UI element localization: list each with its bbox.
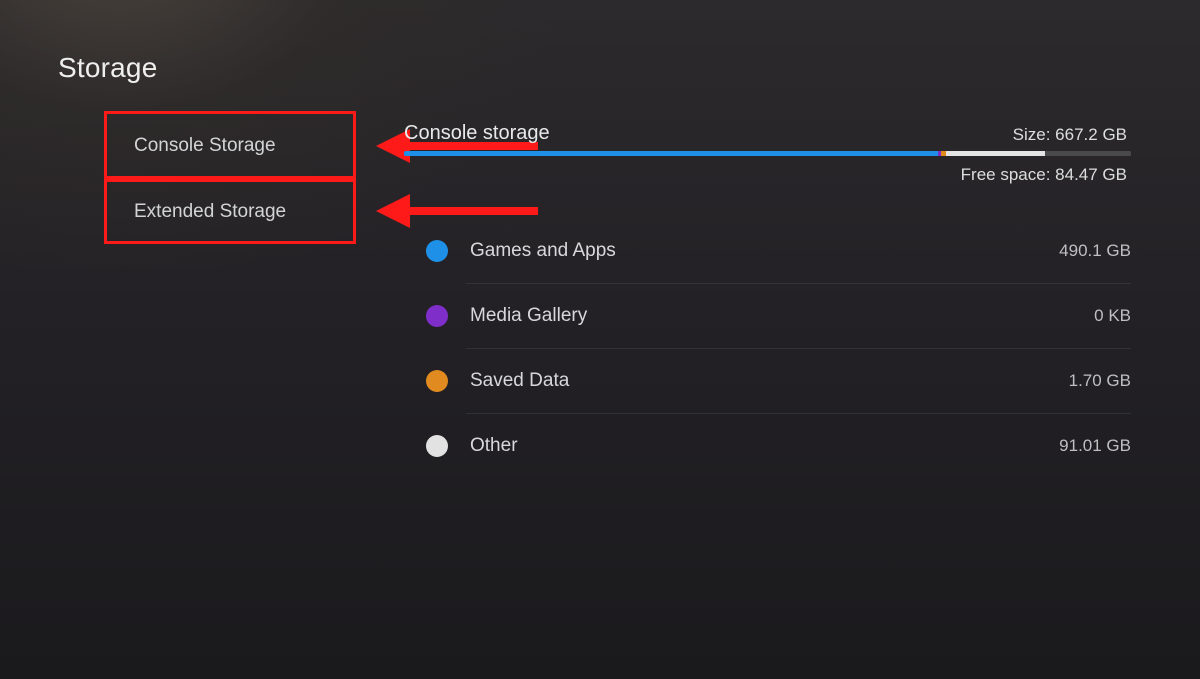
category-row-saved[interactable]: Saved Data 1.70 GB	[426, 348, 1131, 413]
category-value: 0 KB	[1094, 306, 1131, 326]
pane-heading: Console storage	[404, 122, 550, 145]
category-label: Saved Data	[470, 370, 569, 392]
category-row-other[interactable]: Other 91.01 GB	[426, 413, 1131, 478]
storage-free-label: Free space: 84.47 GB	[961, 165, 1127, 185]
menu-item-extended-storage[interactable]: Extended Storage	[106, 181, 355, 243]
dot-icon-media	[426, 305, 448, 327]
dot-icon-other	[426, 435, 448, 457]
category-value: 490.1 GB	[1059, 241, 1131, 261]
category-row-media[interactable]: Media Gallery 0 KB	[426, 283, 1131, 348]
menu-item-console-storage[interactable]: Console Storage	[106, 114, 355, 178]
bar-segment-other	[946, 151, 1045, 156]
dot-icon-saved	[426, 370, 448, 392]
category-list: Games and Apps 490.1 GB Media Gallery 0 …	[426, 218, 1131, 478]
page-title: Storage	[58, 52, 157, 84]
category-value: 1.70 GB	[1069, 371, 1131, 391]
bar-segment-games	[404, 151, 938, 156]
category-label: Media Gallery	[470, 305, 587, 327]
annotation-arrow-extended	[404, 207, 538, 215]
category-value: 91.01 GB	[1059, 436, 1131, 456]
category-label: Other	[470, 435, 518, 457]
storage-size-label: Size: 667.2 GB	[1013, 125, 1127, 145]
dot-icon-games	[426, 240, 448, 262]
storage-usage-bar	[404, 151, 1131, 156]
bar-segment-free	[1045, 151, 1131, 156]
category-label: Games and Apps	[470, 240, 616, 262]
category-row-games[interactable]: Games and Apps 490.1 GB	[426, 218, 1131, 283]
